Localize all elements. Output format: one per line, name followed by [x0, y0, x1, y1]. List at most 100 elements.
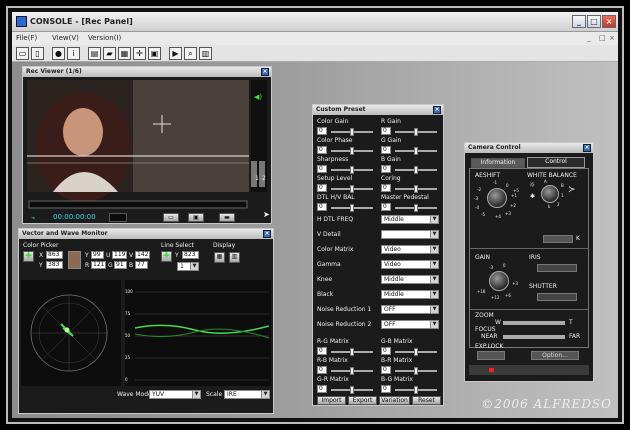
vector-wave-close-icon[interactable]: ×: [263, 230, 271, 238]
line-select-dropdown[interactable]: 1 ▼: [177, 262, 199, 271]
export-button[interactable]: Export: [348, 396, 377, 405]
play-icon[interactable]: ▶: [169, 47, 182, 60]
preset-select-arrow-icon-3[interactable]: ▼: [430, 261, 438, 268]
custom_preset.matrix-r-value-1[interactable]: 0: [381, 366, 391, 374]
custom_preset.matrix-l-knob-0[interactable]: [350, 348, 354, 356]
custom_preset.pairs-l-value-0[interactable]: 0: [317, 127, 327, 135]
y-value[interactable]: 383: [46, 261, 63, 269]
custom_preset.pairs-r-value-0[interactable]: 0: [381, 127, 391, 135]
custom_preset.pairs-r-slider-1[interactable]: [395, 147, 437, 155]
custom_preset.matrix-r-value-2[interactable]: 0: [381, 385, 391, 393]
custom_preset.pairs-l-slider-0[interactable]: [331, 128, 373, 136]
maximize-button[interactable]: □: [587, 15, 601, 28]
zoom-icon[interactable]: ⌕: [184, 47, 197, 60]
minimize-button[interactable]: _: [572, 15, 586, 28]
custom-preset-close-icon[interactable]: ×: [433, 106, 441, 114]
line-value[interactable]: 823: [182, 251, 199, 259]
custom_preset.pairs-r-knob-2[interactable]: [414, 166, 418, 174]
custom_preset.pairs-l-knob-1[interactable]: [350, 147, 354, 155]
custom_preset.pairs-r-knob-3[interactable]: [414, 185, 418, 193]
record-icon[interactable]: ⌁: [31, 214, 35, 222]
custom_preset.matrix-r-knob-1[interactable]: [414, 367, 418, 375]
preset-select-1[interactable]: ▼: [381, 230, 439, 239]
custom_preset.matrix-l-knob-1[interactable]: [350, 367, 354, 375]
preset-select-arrow-icon-7[interactable]: ▼: [430, 321, 438, 328]
custom_preset.pairs-r-value-1[interactable]: 0: [381, 146, 391, 154]
custom_preset.pairs-l-slider-1[interactable]: [331, 147, 373, 155]
preset-select-arrow-icon-0[interactable]: ▼: [430, 216, 438, 223]
preset-select-arrow-icon-2[interactable]: ▼: [430, 246, 438, 253]
custom_preset.pairs-l-value-3[interactable]: 0: [317, 184, 327, 192]
custom_preset.matrix-r-slider-2[interactable]: [395, 386, 437, 394]
menu-close-icon[interactable]: ×: [609, 34, 615, 42]
option-button[interactable]: Option...: [531, 351, 579, 360]
custom_preset.pairs-l-slider-3[interactable]: [331, 185, 373, 193]
preset-select-0[interactable]: Middle ▼: [381, 215, 439, 224]
custom_preset.matrix-r-knob-2[interactable]: [414, 386, 418, 394]
custom_preset.pairs-l-knob-4[interactable]: [350, 204, 354, 212]
custom_preset.pairs-r-value-4[interactable]: 0: [381, 203, 391, 211]
tab-information[interactable]: Information: [471, 158, 525, 168]
camera-control-close-icon[interactable]: ×: [583, 144, 591, 152]
white-balance-dial[interactable]: [541, 185, 559, 203]
custom_preset.pairs-r-knob-1[interactable]: [414, 147, 418, 155]
focus-slider[interactable]: [503, 335, 565, 339]
custom_preset.pairs-l-slider-4[interactable]: [331, 204, 373, 212]
layout-icon[interactable]: ▣: [148, 47, 161, 60]
scale-dropdown[interactable]: IRE ▼: [224, 390, 270, 399]
wb-kelvin-field[interactable]: [543, 235, 573, 243]
custom_preset.matrix-r-knob-0[interactable]: [414, 348, 418, 356]
custom_preset.pairs-r-slider-2[interactable]: [395, 166, 437, 174]
menu-restore-icon[interactable]: □: [599, 34, 606, 42]
custom_preset.matrix-l-slider-2[interactable]: [331, 386, 373, 394]
custom_preset.pairs-r-value-2[interactable]: 0: [381, 165, 391, 173]
custom_preset.pairs-r-slider-4[interactable]: [395, 204, 437, 212]
preset-select-2[interactable]: Video ▼: [381, 245, 439, 254]
tab-control[interactable]: Control: [527, 157, 585, 168]
custom_preset.pairs-l-knob-2[interactable]: [350, 166, 354, 174]
viewer-button-2[interactable]: ▣: [188, 213, 204, 222]
preset-select-5[interactable]: Middle ▼: [381, 290, 439, 299]
viewer-button-3[interactable]: ▬: [219, 213, 235, 222]
gain-dial[interactable]: [489, 271, 509, 291]
zoom-slider[interactable]: [503, 321, 565, 325]
x-value[interactable]: 863: [46, 251, 63, 259]
custom_preset.pairs-r-value-3[interactable]: 0: [381, 184, 391, 192]
info-icon[interactable]: i: [67, 47, 80, 60]
rec-viewer-close-icon[interactable]: ×: [261, 68, 269, 76]
preset-select-arrow-icon-5[interactable]: ▼: [430, 291, 438, 298]
document-icon[interactable]: ▤: [88, 47, 101, 60]
aeshift-dial[interactable]: [487, 188, 507, 208]
custom_preset.pairs-l-knob-0[interactable]: [350, 128, 354, 136]
custom_preset.pairs-l-slider-2[interactable]: [331, 166, 373, 174]
custom_preset.matrix-l-slider-1[interactable]: [331, 367, 373, 375]
settings-icon[interactable]: ●: [52, 47, 65, 60]
preset-select-arrow-icon-1[interactable]: ▼: [430, 231, 438, 238]
custom_preset.pairs-l-value-2[interactable]: 0: [317, 165, 327, 173]
preset-select-7[interactable]: OFF ▼: [381, 320, 439, 329]
preset-select-4[interactable]: Middle ▼: [381, 275, 439, 284]
wave-mode-dropdown[interactable]: YUV ▼: [149, 390, 201, 399]
window-icon[interactable]: ▭: [16, 47, 29, 60]
variation-button[interactable]: Variation: [379, 396, 410, 405]
custom_preset.matrix-l-slider-0[interactable]: [331, 348, 373, 356]
monitor-icon[interactable]: ▥: [199, 47, 212, 60]
custom_preset.matrix-l-value-1[interactable]: 0: [317, 366, 327, 374]
custom_preset.matrix-r-slider-1[interactable]: [395, 367, 437, 375]
display-wave-button[interactable]: ▥: [229, 252, 240, 263]
custom_preset.matrix-l-knob-2[interactable]: [350, 386, 354, 394]
custom_preset.matrix-r-value-0[interactable]: 0: [381, 347, 391, 355]
iris-field[interactable]: [537, 264, 577, 272]
exp-lock-button[interactable]: [477, 351, 505, 360]
grid-icon[interactable]: ▦: [118, 47, 131, 60]
custom_preset.pairs-l-knob-3[interactable]: [350, 185, 354, 193]
crosshair-icon[interactable]: ✛: [133, 47, 146, 60]
display-vector-button[interactable]: ▦: [214, 252, 225, 263]
reset-button[interactable]: Reset: [412, 396, 441, 405]
custom_preset.pairs-l-value-1[interactable]: 0: [317, 146, 327, 154]
custom_preset.matrix-l-value-2[interactable]: 0: [317, 385, 327, 393]
custom_preset.pairs-l-value-4[interactable]: 0: [317, 203, 327, 211]
shutter-field[interactable]: [537, 293, 577, 301]
preset-select-arrow-icon-4[interactable]: ▼: [430, 276, 438, 283]
custom_preset.pairs-r-slider-3[interactable]: [395, 185, 437, 193]
